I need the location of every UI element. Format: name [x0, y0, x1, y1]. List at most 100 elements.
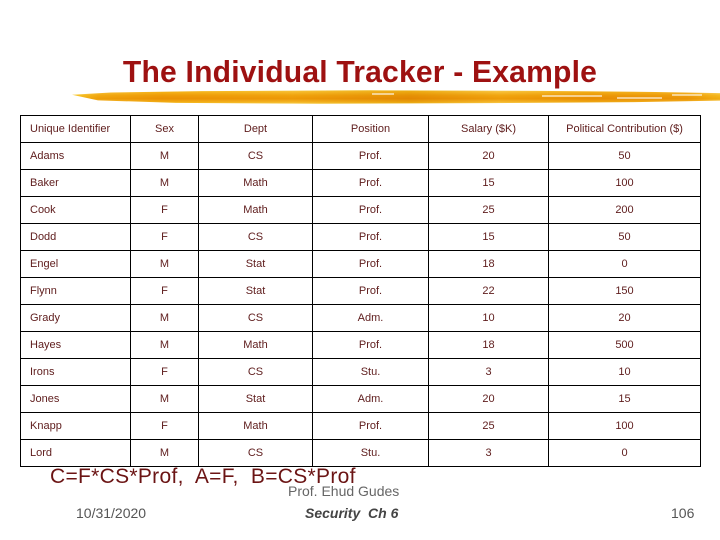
gold-brush-stroke-decoration	[72, 90, 720, 104]
table-cell: Adams	[20, 142, 131, 170]
table-cell: Stat	[198, 385, 313, 413]
column-header-unique-identifier: Unique Identifier	[20, 115, 131, 143]
table-cell: F	[130, 223, 199, 251]
table-cell: Lord	[20, 439, 131, 467]
table-cell: Prof.	[312, 223, 429, 251]
table-cell: Prof.	[312, 277, 429, 305]
table-cell: Math	[198, 412, 313, 440]
table-cell: Prof.	[312, 412, 429, 440]
table-row: Jones M Stat Adm. 20 15	[20, 385, 701, 413]
table-cell: 0	[548, 250, 701, 278]
table-cell: Cook	[20, 196, 131, 224]
table-cell: 500	[548, 331, 701, 359]
table-cell: 20	[428, 142, 549, 170]
column-header-position: Position	[312, 115, 429, 143]
table-row: Knapp F Math Prof. 25 100	[20, 412, 701, 440]
table-cell: Hayes	[20, 331, 131, 359]
table-cell: 3	[428, 358, 549, 386]
table-cell: Irons	[20, 358, 131, 386]
table-cell: F	[130, 196, 199, 224]
table-cell: CS	[198, 142, 313, 170]
table-cell: Adm.	[312, 385, 429, 413]
table-cell: Jones	[20, 385, 131, 413]
table-cell: Prof.	[312, 196, 429, 224]
table-cell: F	[130, 358, 199, 386]
table-cell: 150	[548, 277, 701, 305]
table-cell: M	[130, 250, 199, 278]
table-cell: Knapp	[20, 412, 131, 440]
table-cell: 15	[548, 385, 701, 413]
table-cell: Baker	[20, 169, 131, 197]
table-row: Baker M Math Prof. 15 100	[20, 169, 701, 197]
table-cell: 50	[548, 223, 701, 251]
table-cell: Flynn	[20, 277, 131, 305]
table-cell: 200	[548, 196, 701, 224]
table-row: Adams M CS Prof. 20 50	[20, 142, 701, 170]
table-cell: 20	[548, 304, 701, 332]
table-cell: 25	[428, 196, 549, 224]
table-cell: CS	[198, 223, 313, 251]
table-cell: 18	[428, 331, 549, 359]
table-cell: Prof.	[312, 250, 429, 278]
table-cell: 3	[428, 439, 549, 467]
table-cell: M	[130, 169, 199, 197]
table-cell: Stat	[198, 250, 313, 278]
table-cell: CS	[198, 304, 313, 332]
table-cell: Dodd	[20, 223, 131, 251]
table-cell: Stu.	[312, 439, 429, 467]
brush-highlight-speck	[372, 93, 394, 95]
footer-course-title: Security Ch 6	[305, 505, 399, 521]
table-cell: 0	[548, 439, 701, 467]
table-row: Lord M CS Stu. 3 0	[20, 439, 701, 467]
table-cell: Math	[198, 196, 313, 224]
table-cell: Prof.	[312, 331, 429, 359]
column-header-political-contribution: Political Contribution ($)	[548, 115, 701, 143]
table-cell: Grady	[20, 304, 131, 332]
table-cell: 100	[548, 169, 701, 197]
table-cell: 15	[428, 169, 549, 197]
table-cell: F	[130, 277, 199, 305]
table-cell: Adm.	[312, 304, 429, 332]
table-cell: Prof.	[312, 169, 429, 197]
table-cell: Engel	[20, 250, 131, 278]
slide-title-block: The Individual Tracker - Example	[0, 52, 720, 114]
table-cell: Math	[198, 169, 313, 197]
table-row: Cook F Math Prof. 25 200	[20, 196, 701, 224]
table-cell: Stat	[198, 277, 313, 305]
table-cell: CS	[198, 358, 313, 386]
column-header-dept: Dept	[198, 115, 313, 143]
table-cell: M	[130, 142, 199, 170]
table-row: Irons F CS Stu. 3 10	[20, 358, 701, 386]
table-cell: M	[130, 331, 199, 359]
individual-tracker-table: Unique Identifier Sex Dept Position Sala…	[20, 115, 701, 467]
table-cell: 22	[428, 277, 549, 305]
footer-page-number: 106	[671, 505, 695, 521]
brush-highlight-speck	[617, 97, 662, 99]
table-cell: F	[130, 412, 199, 440]
table-cell: 50	[548, 142, 701, 170]
table-cell: 10	[548, 358, 701, 386]
table-cell: 25	[428, 412, 549, 440]
table-cell: 10	[428, 304, 549, 332]
table-cell: 15	[428, 223, 549, 251]
table-row: Hayes M Math Prof. 18 500	[20, 331, 701, 359]
table-row: Engel M Stat Prof. 18 0	[20, 250, 701, 278]
table-body: Adams M CS Prof. 20 50 Baker M Math Prof. 15 100 Coo…	[20, 142, 701, 467]
table-header-row: Unique Identifier Sex Dept Position Sala…	[20, 115, 701, 143]
table-row: Grady M CS Adm. 10 20	[20, 304, 701, 332]
table-cell: 18	[428, 250, 549, 278]
footer-date: 10/31/2020	[76, 505, 147, 521]
table-row: Flynn F Stat Prof. 22 150	[20, 277, 701, 305]
table-cell: M	[130, 385, 199, 413]
column-header-sex: Sex	[130, 115, 199, 143]
brush-highlight-speck	[672, 94, 702, 96]
table-row: Dodd F CS Prof. 15 50	[20, 223, 701, 251]
presenter-name: Prof. Ehud Gudes	[288, 483, 400, 499]
table-cell: 20	[428, 385, 549, 413]
table-cell: Math	[198, 331, 313, 359]
table-cell: CS	[198, 439, 313, 467]
page-title: The Individual Tracker - Example	[122, 54, 598, 89]
table-cell: Stu.	[312, 358, 429, 386]
column-header-salary: Salary ($K)	[428, 115, 549, 143]
table-cell: M	[130, 439, 199, 467]
